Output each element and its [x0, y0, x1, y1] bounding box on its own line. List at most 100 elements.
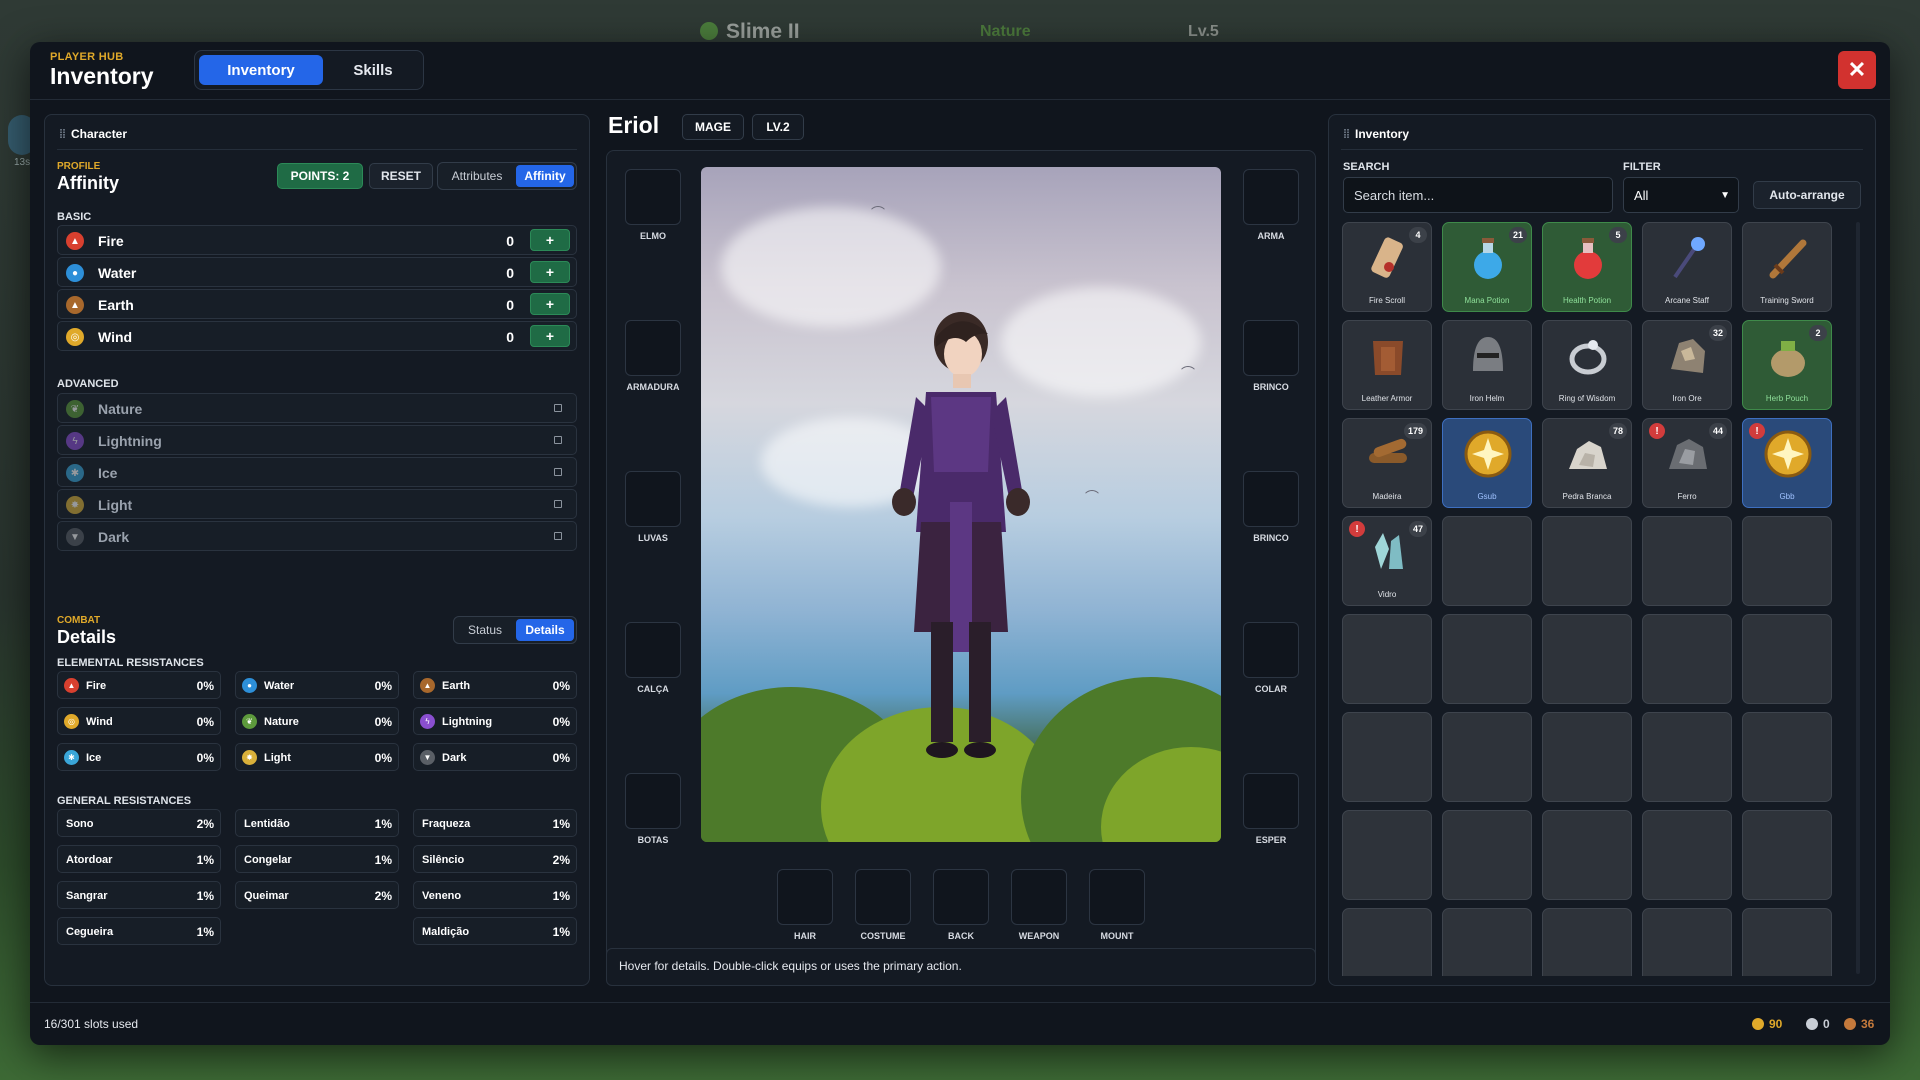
drag-handle-icon[interactable]: ⁞⁞: [1343, 127, 1350, 141]
inventory-slot-ferro[interactable]: Ferro 44!: [1642, 418, 1732, 508]
inventory-slot-empty[interactable]: [1742, 810, 1832, 900]
equip-slot-bottom_slots-3[interactable]: [1011, 869, 1067, 925]
affinity-name: Earth: [98, 297, 134, 313]
mountain-icon: ▲: [420, 678, 435, 693]
inventory-slot-empty[interactable]: [1642, 516, 1732, 606]
inventory-slot-empty[interactable]: [1442, 908, 1532, 976]
inventory-slot-training-sword[interactable]: Training Sword: [1742, 222, 1832, 312]
equip-slot-label: MOUNT: [1100, 931, 1134, 941]
inventory-slot-empty[interactable]: [1542, 614, 1632, 704]
advanced-label: ADVANCED: [57, 378, 119, 390]
inventory-slot-gbb[interactable]: Gbb!: [1742, 418, 1832, 508]
tab-skills[interactable]: Skills: [327, 55, 419, 85]
hint-bar: Hover for details. Double-click equips o…: [606, 948, 1316, 986]
equip-slot-left_slots-2[interactable]: [625, 471, 681, 527]
character-preview[interactable]: ⌒ ⌒ ⌒: [701, 167, 1221, 842]
sword-icon: [1763, 233, 1813, 283]
equip-slot-right_slots-3[interactable]: [1243, 622, 1299, 678]
reset-button[interactable]: RESET: [369, 163, 433, 189]
inventory-slot-empty[interactable]: [1642, 614, 1732, 704]
lightning-icon: ϟ: [66, 432, 84, 450]
leaf-icon: ❦: [66, 400, 84, 418]
inventory-slot-empty[interactable]: [1342, 908, 1432, 976]
inventory-slot-empty[interactable]: [1442, 712, 1532, 802]
close-button[interactable]: ✕: [1838, 51, 1876, 89]
affinity-name: Nature: [98, 401, 143, 417]
equip-slot-bottom_slots-0[interactable]: [777, 869, 833, 925]
equip-slot-left_slots-4[interactable]: [625, 773, 681, 829]
equip-slot-left_slots-0[interactable]: [625, 169, 681, 225]
add-point-button[interactable]: +: [530, 229, 570, 251]
inventory-slot-pedra-branca[interactable]: Pedra Branca 78: [1542, 418, 1632, 508]
inventory-slot-fire-scroll[interactable]: Fire Scroll 4: [1342, 222, 1432, 312]
equip-slot-bottom_slots-2[interactable]: [933, 869, 989, 925]
equip-slot-bottom_slots-1[interactable]: [855, 869, 911, 925]
inventory-slot-madeira[interactable]: Madeira 179: [1342, 418, 1432, 508]
tab-inventory[interactable]: Inventory: [199, 55, 323, 85]
inventory-slot-ring-of-wisdom[interactable]: Ring of Wisdom: [1542, 320, 1632, 410]
tab-affinity[interactable]: Affinity: [516, 165, 574, 187]
resistance-value: 1%: [196, 853, 214, 867]
resistance-value: 0%: [196, 715, 214, 729]
inventory-slot-empty[interactable]: [1642, 908, 1732, 976]
inventory-slot-iron-ore[interactable]: Iron Ore 32: [1642, 320, 1732, 410]
tab-details[interactable]: Details: [516, 619, 574, 641]
inventory-slot-empty[interactable]: [1342, 614, 1432, 704]
equip-slot-right_slots-1[interactable]: [1243, 320, 1299, 376]
inventory-slot-empty[interactable]: [1442, 614, 1532, 704]
inventory-slot-leather-armor[interactable]: Leather Armor: [1342, 320, 1432, 410]
add-point-button[interactable]: +: [530, 293, 570, 315]
inventory-scrollbar[interactable]: [1856, 222, 1860, 974]
search-input[interactable]: Search item...: [1343, 177, 1613, 213]
pouch-icon: [1763, 331, 1813, 381]
inventory-slot-empty[interactable]: [1542, 712, 1632, 802]
inventory-slot-empty[interactable]: [1542, 908, 1632, 976]
inventory-slot-empty[interactable]: [1342, 712, 1432, 802]
filter-select[interactable]: All ▼: [1623, 177, 1739, 213]
inventory-slot-empty[interactable]: [1742, 908, 1832, 976]
divider: [1341, 149, 1863, 150]
crystal-icon: [1363, 527, 1413, 577]
inventory-slot-empty[interactable]: [1542, 810, 1632, 900]
auto-arrange-button[interactable]: Auto-arrange: [1753, 181, 1861, 209]
inventory-slot-vidro[interactable]: Vidro 47!: [1342, 516, 1432, 606]
tab-status[interactable]: Status: [456, 619, 514, 641]
inventory-slot-empty[interactable]: [1742, 516, 1832, 606]
warning-icon: !: [1749, 423, 1765, 439]
equip-slot-left_slots-1[interactable]: [625, 320, 681, 376]
resistance-name: Fire: [86, 680, 107, 692]
add-point-button[interactable]: +: [530, 325, 570, 347]
inventory-slot-empty[interactable]: [1342, 810, 1432, 900]
inventory-slot-arcane-staff[interactable]: Arcane Staff: [1642, 222, 1732, 312]
inventory-slot-empty[interactable]: [1542, 516, 1632, 606]
inventory-slot-empty[interactable]: [1442, 516, 1532, 606]
equip-slot-bottom_slots-4[interactable]: [1089, 869, 1145, 925]
inventory-slot-mana-potion[interactable]: Mana Potion 21: [1442, 222, 1532, 312]
inventory-slot-iron-helm[interactable]: Iron Helm: [1442, 320, 1532, 410]
equip-slot-left_slots-3[interactable]: [625, 622, 681, 678]
add-point-button[interactable]: +: [530, 261, 570, 283]
resistance-name: Ice: [86, 752, 102, 764]
inventory-slot-empty[interactable]: [1642, 810, 1732, 900]
wind-icon: ◎: [64, 714, 79, 729]
inventory-slot-health-potion[interactable]: Health Potion 5: [1542, 222, 1632, 312]
locked-icon: [554, 532, 562, 540]
inventory-slot-gsub[interactable]: Gsub: [1442, 418, 1532, 508]
inventory-slot-herb-pouch[interactable]: Herb Pouch 2: [1742, 320, 1832, 410]
equip-slot-label: WEAPON: [1018, 931, 1060, 941]
currency-0: 90: [1752, 1017, 1782, 1031]
inventory-slot-empty[interactable]: [1742, 614, 1832, 704]
inventory-slot-empty[interactable]: [1442, 810, 1532, 900]
equip-slot-right_slots-2[interactable]: [1243, 471, 1299, 527]
search-placeholder: Search item...: [1354, 187, 1435, 203]
equip-slot-right_slots-4[interactable]: [1243, 773, 1299, 829]
drag-handle-icon[interactable]: ⁞⁞: [59, 127, 66, 141]
health-potion-icon: [1563, 233, 1613, 283]
equip-slot-right_slots-0[interactable]: [1243, 169, 1299, 225]
equip-slot-label: BOTAS: [637, 835, 669, 845]
resistance-value: 2%: [196, 817, 214, 831]
tab-attributes[interactable]: Attributes: [440, 165, 514, 187]
resistance-name: Silêncio: [422, 854, 465, 866]
inventory-slot-empty[interactable]: [1642, 712, 1732, 802]
inventory-slot-empty[interactable]: [1742, 712, 1832, 802]
